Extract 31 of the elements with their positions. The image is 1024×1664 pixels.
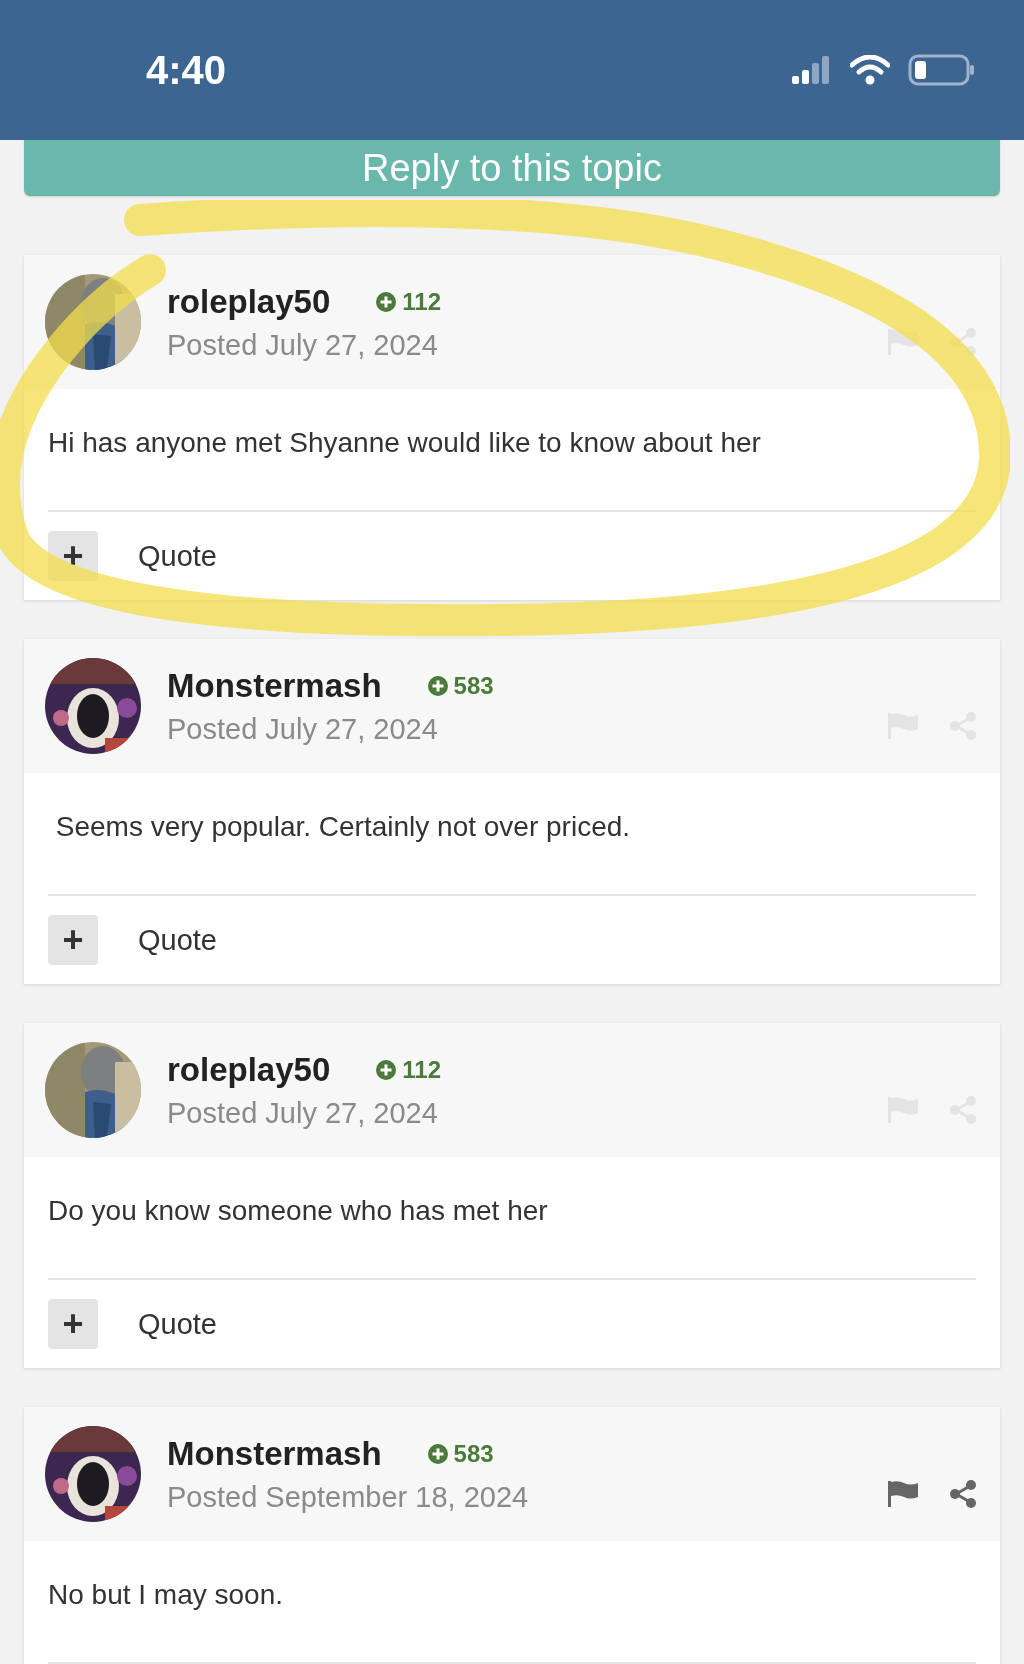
author-name[interactable]: roleplay50	[167, 1050, 331, 1089]
plus-circle-icon	[376, 1059, 397, 1080]
post-text: Do you know someone who has met her	[48, 1194, 549, 1228]
quote-button[interactable]: Quote	[138, 923, 217, 957]
post-date: Posted July 27, 2024	[167, 712, 439, 746]
quote-button[interactable]: Quote	[138, 539, 217, 573]
plus-circle-icon	[427, 1443, 448, 1464]
plus-circle-icon	[376, 291, 397, 312]
signal-icon	[792, 56, 832, 84]
post-date: Posted September 18, 2024	[167, 1480, 530, 1514]
add-quote-button[interactable]: +	[48, 915, 98, 965]
reputation-count: 112	[402, 1055, 441, 1084]
battery-icon	[908, 54, 976, 86]
reputation-count: 583	[453, 671, 494, 700]
clock-time: 4:40	[146, 47, 227, 93]
post-text: Hi has anyone met Shyanne would like to know about her	[48, 426, 762, 460]
wifi-icon	[850, 55, 890, 85]
flag-icon[interactable]	[888, 1481, 918, 1507]
quote-button[interactable]: Quote	[138, 1307, 217, 1341]
post-text: No but I may soon.	[48, 1578, 284, 1612]
reputation-count: 112	[402, 287, 441, 316]
reputation-count: 583	[453, 1439, 494, 1468]
author-name[interactable]: Monstermash	[167, 1434, 382, 1473]
share-icon[interactable]	[950, 1480, 976, 1508]
author-name[interactable]: roleplay50	[167, 282, 331, 321]
add-quote-button[interactable]: +	[48, 1299, 98, 1349]
post-text: Seems very popular. Certainly not over priced.	[54, 810, 632, 844]
post-date: Posted July 27, 2024	[167, 328, 439, 362]
plus-circle-icon	[427, 675, 448, 696]
author-name[interactable]: Monstermash	[167, 666, 382, 705]
post-date: Posted July 27, 2024	[167, 1096, 439, 1130]
